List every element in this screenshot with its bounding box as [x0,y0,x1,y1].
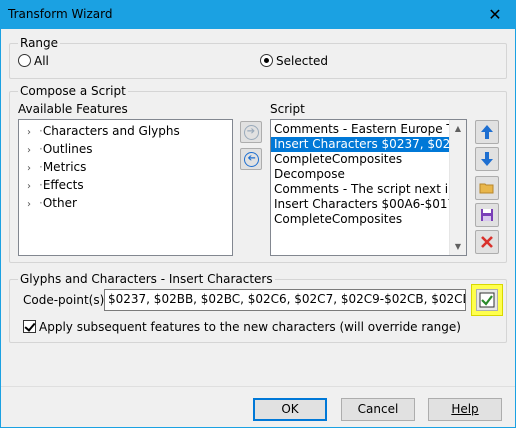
move-up-button[interactable] [475,120,499,144]
script-scrollbar[interactable]: ▲ ▼ [449,120,466,255]
open-script-button[interactable] [475,176,499,200]
transform-wizard-dialog: Transform Wizard ✕ Range All Selected Co… [0,0,516,428]
ok-button[interactable]: OK [253,398,327,421]
script-list[interactable]: Comments - Eastern Europe This script...… [270,119,467,256]
open-folder-icon [479,183,494,194]
range-group [9,43,507,79]
remove-from-script-button[interactable]: ➔ [240,148,262,170]
save-script-button[interactable] [475,203,499,227]
script-item[interactable]: CompleteComposites [271,152,449,167]
window-title: Transform Wizard [8,7,113,21]
apply-subsequent-checkbox[interactable] [23,320,36,333]
move-down-icon [481,152,493,166]
apply-codepoints-button[interactable] [471,284,503,316]
script-item[interactable]: Insert Characters $00A6-$017F, $0218... [271,197,449,212]
radio-all-circle[interactable] [18,54,31,67]
tree-item-other[interactable]: › ·Other [19,194,232,212]
tree-item-characters-and-glyphs[interactable]: › ·Characters and Glyphs [19,122,232,140]
compose-group-label: Compose a Script [18,84,128,98]
tree-item-metrics[interactable]: › ·Metrics [19,158,232,176]
script-item[interactable]: Comments - Eastern Europe This script... [271,122,449,137]
codepoint-input[interactable]: $0237, $02BB, $02BC, $02C6, $02C7, $02C9… [104,289,466,311]
radio-selected-label: Selected [276,54,329,68]
script-item-selected[interactable]: Insert Characters $0237, $02BB, $02BC... [271,137,449,152]
title-bar[interactable]: Transform Wizard ✕ [1,1,515,29]
script-item[interactable]: Decompose [271,167,449,182]
apply-check-icon [479,292,495,308]
tree-item-effects[interactable]: › ·Effects [19,176,232,194]
script-label: Script [270,102,305,116]
range-group-label: Range [18,36,61,50]
radio-selected-circle[interactable] [260,54,273,67]
cancel-button[interactable]: Cancel [341,398,415,421]
remove-arrow-icon: ➔ [243,151,259,167]
script-item[interactable]: Comments - The script next inserts t... [271,182,449,197]
radio-selected[interactable]: Selected [260,54,328,68]
codepoint-label: Code-point(s): [23,293,109,307]
available-features-label: Available Features [18,102,128,116]
apply-subsequent-label: Apply subsequent features to the new cha… [39,320,461,334]
move-up-icon [481,125,493,139]
delete-script-item-button[interactable] [475,230,499,254]
help-button[interactable]: Help [428,398,502,421]
tree-item-outlines[interactable]: › ·Outlines [19,140,232,158]
available-features-tree[interactable]: › ·Characters and Glyphs › ·Outlines › ·Met… [18,119,233,256]
radio-all-label: All [34,54,49,68]
expand-arrow-icon[interactable]: › [27,196,39,214]
move-down-button[interactable] [475,147,499,171]
apply-subsequent-checkbox-row[interactable]: Apply subsequent features to the new cha… [23,320,461,334]
scroll-up-icon[interactable]: ▲ [450,120,466,137]
close-icon[interactable]: ✕ [475,1,515,29]
save-disk-icon [481,209,493,221]
glyphs-group-label: Glyphs and Characters - Insert Character… [18,272,275,286]
add-to-script-button[interactable]: ➔ [240,121,262,143]
script-item[interactable]: CompleteComposites [271,212,449,227]
delete-x-icon [481,236,493,248]
add-arrow-icon: ➔ [243,124,259,140]
radio-all[interactable]: All [18,54,49,68]
scroll-down-icon[interactable]: ▼ [450,238,466,255]
